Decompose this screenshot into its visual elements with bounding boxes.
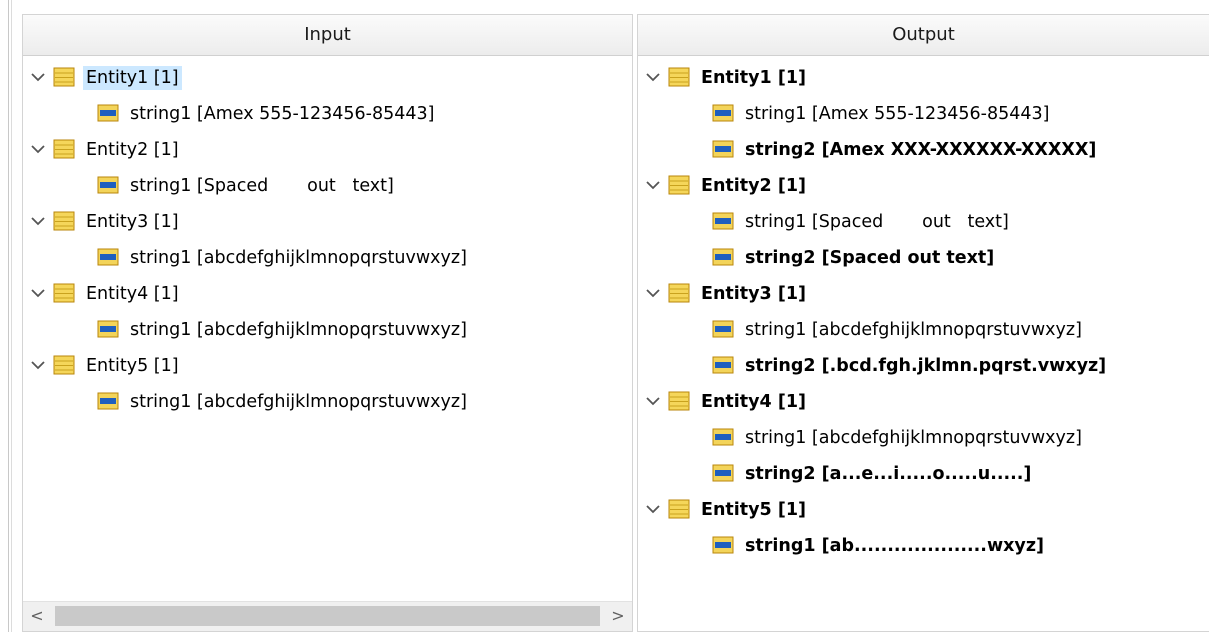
tree-item-field[interactable]: string1 [abcdefghijklmnopqrstuvwxyz]: [23, 384, 632, 420]
tree-item-field[interactable]: string1 [Amex 555-123456-85443]: [638, 96, 1209, 132]
string-field-icon: [712, 140, 734, 158]
tree-item-field[interactable]: string1 [abcdefghijklmnopqrstuvwxyz]: [638, 420, 1209, 456]
entity-label: Entity3 [1]: [86, 212, 179, 232]
tree-item-field[interactable]: string2 [Spaced out text]: [638, 240, 1209, 276]
table-icon: [668, 67, 690, 87]
field-label: string2 [a...e...i.....o.....u.....]: [745, 464, 1032, 484]
string-field-icon: [712, 464, 734, 482]
chevron-down-icon[interactable]: [644, 500, 662, 518]
string-field-icon: [712, 248, 734, 266]
tree-item-entity[interactable]: Entity2 [1]: [638, 168, 1209, 204]
tree-item-field[interactable]: string1 [Amex 555-123456-85443]: [23, 96, 632, 132]
chevron-down-icon[interactable]: [644, 176, 662, 194]
string-field-icon: [712, 212, 734, 230]
field-label: string1 [abcdefghijklmnopqrstuvwxyz]: [130, 392, 467, 412]
table-icon: [53, 139, 75, 159]
field-label: string1 [Spaced out text]: [130, 176, 394, 196]
table-icon: [53, 283, 75, 303]
tree-item-field[interactable]: string1 [Spaced out text]: [23, 168, 632, 204]
output-header: Output: [638, 15, 1209, 56]
chevron-down-icon[interactable]: [29, 140, 47, 158]
window-edge: [8, 0, 9, 632]
string-field-icon: [97, 320, 119, 338]
entity-label: Entity4 [1]: [701, 392, 806, 412]
field-label: string1 [abcdefghijklmnopqrstuvwxyz]: [745, 428, 1082, 448]
scrollbar-thumb[interactable]: [55, 606, 600, 626]
string-field-icon: [712, 104, 734, 122]
tree-item-entity[interactable]: Entity4 [1]: [23, 276, 632, 312]
string-field-icon: [97, 392, 119, 410]
tree-item-entity[interactable]: Entity2 [1]: [23, 132, 632, 168]
field-label: string1 [ab....................wxyz]: [745, 536, 1045, 556]
field-label: string1 [abcdefghijklmnopqrstuvwxyz]: [130, 320, 467, 340]
entity-label: Entity5 [1]: [701, 500, 806, 520]
entity-label: Entity1 [1]: [83, 66, 182, 90]
table-icon: [668, 175, 690, 195]
tree-item-entity[interactable]: Entity5 [1]: [23, 348, 632, 384]
chevron-down-icon[interactable]: [29, 284, 47, 302]
tree-item-entity[interactable]: Entity4 [1]: [638, 384, 1209, 420]
chevron-down-icon[interactable]: [644, 284, 662, 302]
entity-label: Entity5 [1]: [86, 356, 179, 376]
field-label: string1 [Amex 555-123456-85443]: [130, 104, 435, 124]
entity-label: Entity1 [1]: [701, 68, 806, 88]
scroll-left-button[interactable]: <: [25, 605, 49, 627]
window-bottom: [0, 632, 1209, 644]
entity-label: Entity4 [1]: [86, 284, 179, 304]
tree-item-field[interactable]: string1 [abcdefghijklmnopqrstuvwxyz]: [23, 240, 632, 276]
output-panel: Output Entity1 [1] string1 [Amex 555-1234…: [637, 14, 1209, 632]
tree-item-field[interactable]: string1 [abcdefghijklmnopqrstuvwxyz]: [23, 312, 632, 348]
string-field-icon: [97, 176, 119, 194]
entity-label: Entity3 [1]: [701, 284, 806, 304]
tree-item-field[interactable]: string2 [.bcd.fgh.jklmn.pqrst.vwxyz]: [638, 348, 1209, 384]
string-field-icon: [97, 248, 119, 266]
chevron-down-icon[interactable]: [29, 356, 47, 374]
scroll-right-button[interactable]: >: [606, 605, 630, 627]
horizontal-scrollbar[interactable]: < >: [23, 601, 632, 631]
entity-label: Entity2 [1]: [701, 176, 806, 196]
field-label: string1 [abcdefghijklmnopqrstuvwxyz]: [745, 320, 1082, 340]
input-tree: Entity1 [1] string1 [Amex 555-123456-8544…: [23, 56, 632, 420]
table-icon: [668, 283, 690, 303]
string-field-icon: [712, 428, 734, 446]
string-field-icon: [712, 320, 734, 338]
tree-item-field[interactable]: string1 [Spaced out text]: [638, 204, 1209, 240]
input-header: Input: [23, 15, 632, 56]
output-tree: Entity1 [1] string1 [Amex 555-123456-8544…: [638, 56, 1209, 564]
field-label: string2 [Amex XXX-XXXXXX-XXXXX]: [745, 140, 1097, 160]
chevron-down-icon[interactable]: [29, 68, 47, 86]
chevron-down-icon[interactable]: [644, 68, 662, 86]
table-icon: [53, 67, 75, 87]
tree-item-entity[interactable]: Entity1 [1]: [638, 60, 1209, 96]
string-field-icon: [712, 536, 734, 554]
tree-item-field[interactable]: string2 [a...e...i.....o.....u.....]: [638, 456, 1209, 492]
field-label: string2 [Spaced out text]: [745, 248, 995, 268]
tree-item-field[interactable]: string1 [abcdefghijklmnopqrstuvwxyz]: [638, 312, 1209, 348]
tree-item-entity[interactable]: Entity1 [1]: [23, 60, 632, 96]
chevron-down-icon[interactable]: [644, 392, 662, 410]
field-label: string2 [.bcd.fgh.jklmn.pqrst.vwxyz]: [745, 356, 1107, 376]
table-icon: [53, 211, 75, 231]
string-field-icon: [97, 104, 119, 122]
tree-item-field[interactable]: string1 [ab....................wxyz]: [638, 528, 1209, 564]
tree-item-field[interactable]: string2 [Amex XXX-XXXXXX-XXXXX]: [638, 132, 1209, 168]
entity-label: Entity2 [1]: [86, 140, 179, 160]
field-label: string1 [Amex 555-123456-85443]: [745, 104, 1050, 124]
table-icon: [53, 355, 75, 375]
tree-item-entity[interactable]: Entity5 [1]: [638, 492, 1209, 528]
string-field-icon: [712, 356, 734, 374]
input-panel: Input Entity1 [1] string1 [Amex 555-12345…: [22, 14, 633, 632]
table-icon: [668, 391, 690, 411]
window-edge-inner: [11, 0, 12, 632]
table-icon: [668, 499, 690, 519]
tree-item-entity[interactable]: Entity3 [1]: [23, 204, 632, 240]
chevron-down-icon[interactable]: [29, 212, 47, 230]
field-label: string1 [Spaced out text]: [745, 212, 1009, 232]
field-label: string1 [abcdefghijklmnopqrstuvwxyz]: [130, 248, 467, 268]
tree-item-entity[interactable]: Entity3 [1]: [638, 276, 1209, 312]
